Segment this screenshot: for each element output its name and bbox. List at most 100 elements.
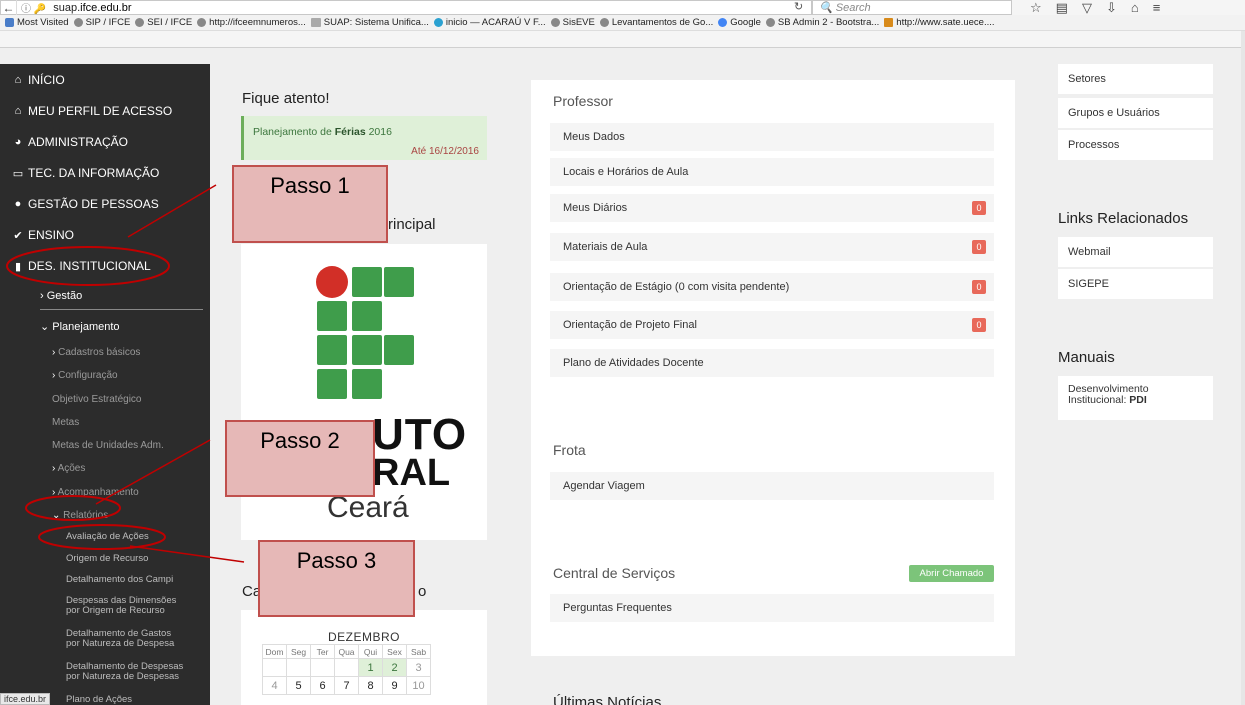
- calendar-day[interactable]: 8: [358, 676, 383, 695]
- url-text[interactable]: suap.ifce.edu.br: [53, 2, 131, 14]
- calendar-day[interactable]: 7: [334, 676, 359, 695]
- sidebar-item-metas-unidades[interactable]: Metas de Unidades Adm.: [52, 440, 164, 451]
- link-orientacao-projeto[interactable]: Orientação de Projeto Final 0: [550, 311, 994, 339]
- sidebar-item-metas[interactable]: Metas: [52, 417, 79, 428]
- search-input[interactable]: 🔍 Search: [812, 0, 1012, 15]
- logo-square: [352, 301, 382, 331]
- calendar-day[interactable]: 9: [382, 676, 407, 695]
- bookmark-item[interactable]: SUAP: Sistema Unifica...: [310, 17, 429, 28]
- calendar-day[interactable]: 2: [382, 658, 407, 677]
- home-icon: ⌂: [14, 105, 22, 117]
- home-icon[interactable]: ⌂: [1131, 0, 1139, 16]
- logo-square: [384, 267, 414, 297]
- day-header: Ter: [310, 644, 335, 659]
- sidebar-item-relatorios[interactable]: ⌄ Relatórios: [52, 510, 108, 521]
- abrir-chamado-button[interactable]: Abrir Chamado: [909, 565, 994, 582]
- sidebar-item-despesas-dimensoes[interactable]: Despesas das Dimensões por Origem de Recu…: [66, 596, 176, 616]
- sidebar-item-acompanhamento[interactable]: › Acompanhamento: [52, 487, 139, 498]
- logo-square: [352, 267, 382, 297]
- calendar-day[interactable]: 5: [286, 676, 311, 695]
- globe-icon: [550, 18, 560, 27]
- sidebar-item-des-institucional[interactable]: ▮ DES. INSTITUCIONAL: [12, 259, 151, 273]
- sidebar-item-meu-perfil[interactable]: ⌂ MEU PERFIL DE ACESSO: [12, 104, 173, 118]
- bookmark-item[interactable]: inicio — ACARAÚ V F...: [433, 17, 546, 28]
- bookmark-item[interactable]: SisEVE: [550, 17, 595, 28]
- count-badge: 0: [972, 280, 986, 294]
- calendar-day[interactable]: [310, 658, 335, 677]
- bookmark-item[interactable]: http://ifceemnumeros...: [197, 17, 306, 28]
- sidebar-item-administracao[interactable]: ◕ ADMINISTRAÇÃO: [12, 135, 128, 149]
- reading-list-icon[interactable]: ▤: [1056, 0, 1068, 16]
- sidebar-item-objetivo[interactable]: Objetivo Estratégico: [52, 394, 142, 405]
- link-webmail[interactable]: Webmail: [1058, 237, 1213, 267]
- ferias-alert[interactable]: Planejamento de Férias 2016 Até 16/12/20…: [241, 116, 487, 160]
- link-locais-horarios[interactable]: Locais e Horários de Aula: [550, 158, 994, 186]
- suap-icon: [310, 18, 321, 27]
- bookmark-item[interactable]: Levantamentos de Go...: [599, 17, 713, 28]
- calendar-day[interactable]: [334, 658, 359, 677]
- calendar-day[interactable]: 10: [406, 676, 431, 695]
- calendar-day[interactable]: 1: [358, 658, 383, 677]
- link-manual-pdi[interactable]: Desenvolvimento Institucional: PDI: [1058, 376, 1213, 420]
- calendar-day[interactable]: 4: [262, 676, 287, 695]
- link-orientacao-estagio[interactable]: Orientação de Estágio (0 com visita pend…: [550, 273, 994, 301]
- download-icon[interactable]: ⇩: [1106, 0, 1117, 16]
- sidebar-item-tec-informacao[interactable]: ▭ TEC. DA INFORMAÇÃO: [12, 166, 160, 180]
- alert-date: Até 16/12/2016: [411, 146, 479, 157]
- sidebar-item-plano-acoes[interactable]: Plano de Ações: [66, 695, 132, 705]
- reload-icon[interactable]: ↻: [794, 0, 803, 13]
- sidebar-item-detalhamento-despesas[interactable]: Detalhamento de Despesas por Natureza de …: [66, 662, 183, 682]
- link-meus-dados[interactable]: Meus Dados: [550, 123, 994, 151]
- pie-icon: ◕: [14, 136, 22, 148]
- link-plano-atividades[interactable]: Plano de Atividades Docente: [550, 349, 994, 377]
- calendar-card: DEZEMBRO Dom Seg Ter Qua Qui Sex Sab 1 2…: [241, 610, 487, 705]
- calendar-day[interactable]: 6: [310, 676, 335, 695]
- central-servicos-title: Central de Serviços: [553, 565, 676, 581]
- manuais-title: Manuais: [1058, 349, 1115, 366]
- calendar-day[interactable]: [262, 658, 287, 677]
- sidebar-item-detalhamento-campi[interactable]: Detalhamento dos Campi: [66, 575, 173, 585]
- link-processos[interactable]: Processos: [1058, 130, 1213, 160]
- link-perguntas-frequentes[interactable]: Perguntas Frequentes: [550, 594, 994, 622]
- sidebar-item-ensino[interactable]: ✔ ENSINO: [12, 228, 74, 242]
- link-materiais-aula[interactable]: Materiais de Aula 0: [550, 233, 994, 261]
- principal-heading: rincipal: [388, 216, 436, 233]
- calendar-day[interactable]: [286, 658, 311, 677]
- info-lock-icon[interactable]: ⓘ 🔑: [21, 0, 46, 15]
- day-header: Sex: [382, 644, 407, 659]
- link-meus-diarios[interactable]: Meus Diários 0: [550, 194, 994, 222]
- menu-icon[interactable]: ≡: [1153, 0, 1161, 16]
- bookmark-item[interactable]: Google: [718, 17, 761, 28]
- bookmark-item[interactable]: SIP / IFCE: [73, 17, 130, 28]
- sidebar-item-gestao-pessoas[interactable]: ● GESTÃO DE PESSOAS: [12, 197, 159, 211]
- bookmark-item[interactable]: SEI / IFCE: [135, 17, 192, 28]
- bookmarks-bar: Most Visited SIP / IFCE SEI / IFCE http:…: [0, 15, 1245, 31]
- sidebar-item-acoes[interactable]: › Ações: [52, 463, 85, 474]
- sidebar-item-detalhamento-gastos[interactable]: Detalhamento de Gastos por Natureza de De…: [66, 629, 174, 649]
- sidebar-item-gestao[interactable]: › Gestão: [40, 290, 82, 302]
- check-circle-icon: ✔: [13, 229, 23, 242]
- calendar-day[interactable]: 3: [406, 658, 431, 677]
- site-icon: [884, 18, 894, 27]
- sidebar-item-inicio[interactable]: ⌂ INÍCIO: [12, 73, 65, 87]
- link-sigepe[interactable]: SIGEPE: [1058, 269, 1213, 299]
- bookmark-star-icon[interactable]: ☆: [1030, 0, 1042, 16]
- sidebar-item-planejamento[interactable]: ⌄ Planejamento: [40, 320, 120, 333]
- pocket-icon[interactable]: ▽: [1082, 0, 1092, 16]
- bookmark-item[interactable]: SB Admin 2 - Bootstra...: [765, 17, 879, 28]
- sidebar-item-configuracao[interactable]: › Configuração: [52, 370, 118, 381]
- bookmark-item[interactable]: http://www.sate.uece....: [884, 17, 995, 28]
- sidebar-item-avaliacao-acoes[interactable]: Avaliação de Ações: [66, 532, 149, 542]
- ultimas-noticias-title: Últimas Notícias: [553, 694, 662, 705]
- link-agendar-viagem[interactable]: Agendar Viagem: [550, 472, 994, 500]
- sidebar-item-origem-recurso[interactable]: Origem de Recurso: [66, 554, 148, 564]
- count-badge: 0: [972, 201, 986, 215]
- sidebar-item-cadastros[interactable]: › Cadastros básicos: [52, 347, 140, 358]
- back-arrow-icon[interactable]: ←: [1, 0, 17, 15]
- link-setores[interactable]: Setores: [1058, 64, 1213, 94]
- link-grupos-usuarios[interactable]: Grupos e Usuários: [1058, 98, 1213, 128]
- scrollbar[interactable]: [1241, 31, 1245, 705]
- bookmark-item[interactable]: Most Visited: [5, 17, 69, 28]
- url-bar[interactable]: ← ⓘ 🔑 suap.ifce.edu.br: [0, 0, 812, 15]
- globe-icon: [765, 18, 775, 27]
